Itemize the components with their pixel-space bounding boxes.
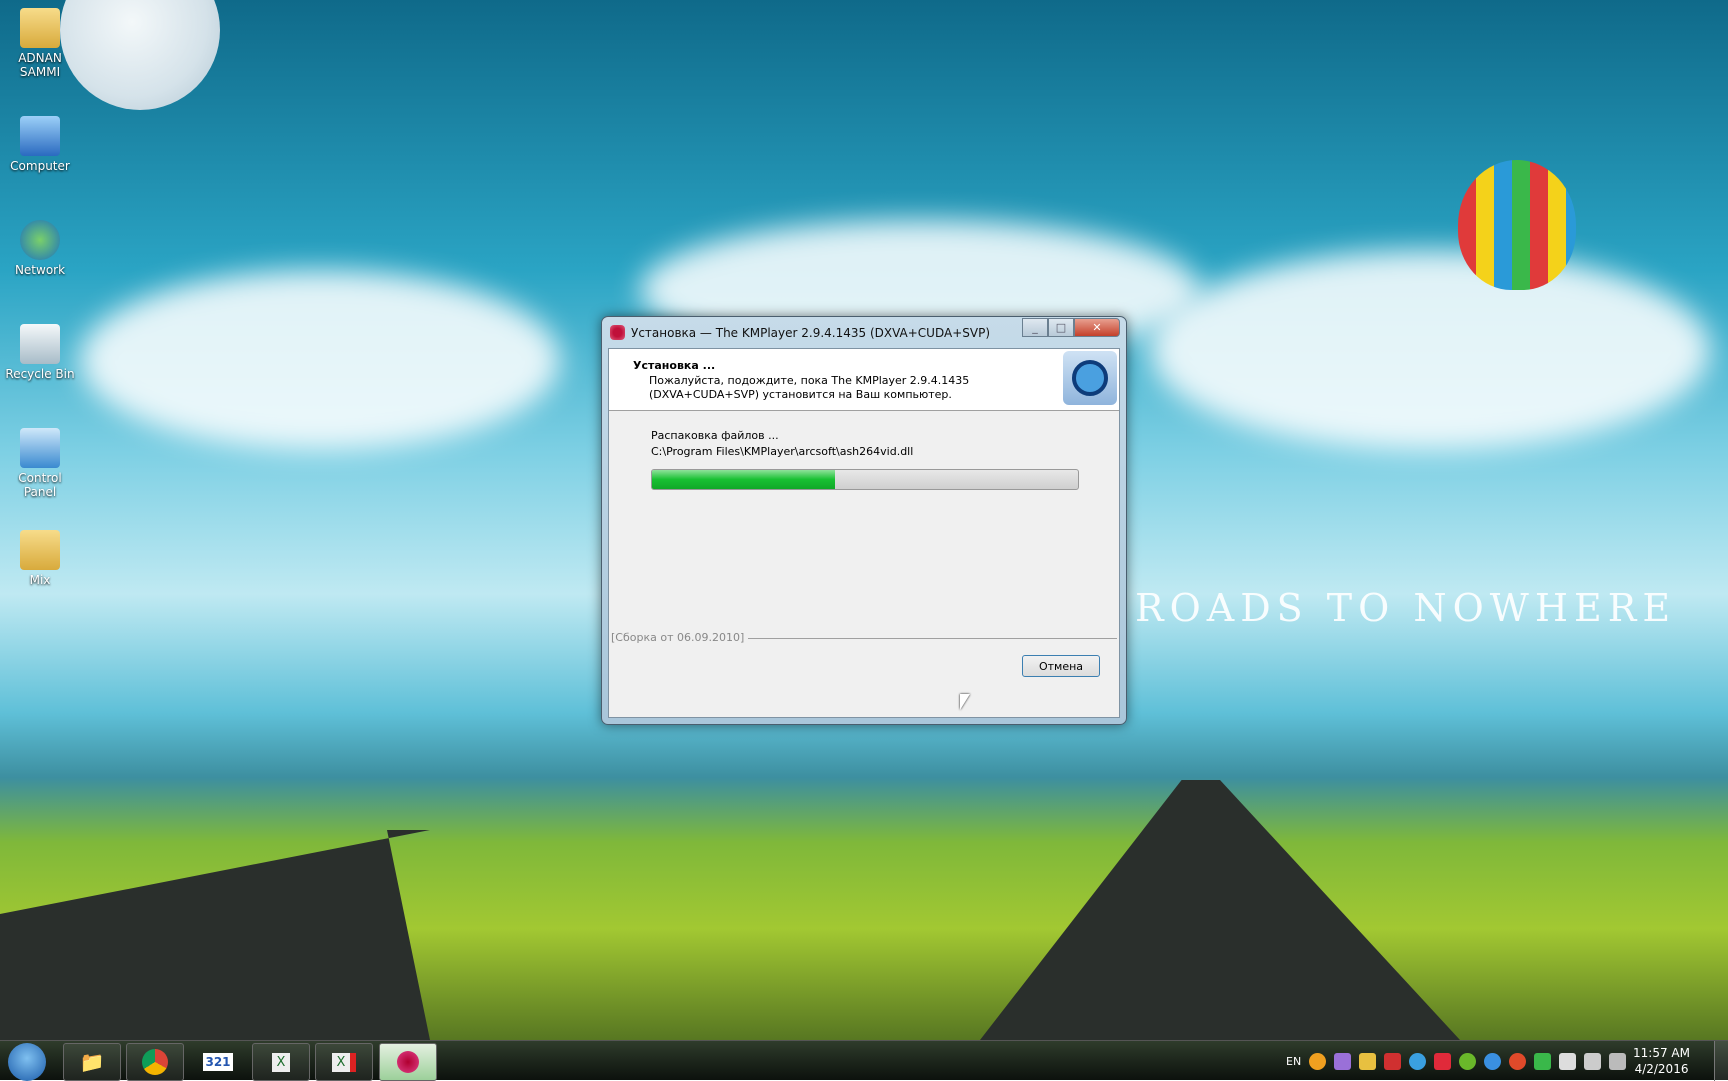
- kmplayer-app-icon: [610, 325, 625, 340]
- recycle-bin-icon: [20, 324, 60, 364]
- taskbar-explorer[interactable]: 📁: [63, 1043, 121, 1081]
- excel-icon: X: [331, 1052, 357, 1072]
- moon: [60, 0, 220, 110]
- dialog-header: Установка ... Пожалуйста, подождите, пок…: [609, 349, 1119, 411]
- control-panel-icon: [20, 428, 60, 468]
- window-title: Установка — The KMPlayer 2.9.4.1435 (DXV…: [631, 325, 991, 340]
- taskbar-excel-2[interactable]: X: [315, 1043, 373, 1081]
- progress-fill: [652, 470, 836, 489]
- feather-icon[interactable]: [1334, 1052, 1352, 1070]
- globe-icon[interactable]: [1409, 1052, 1427, 1070]
- utorrent-icon[interactable]: [1459, 1052, 1477, 1070]
- shield-icon[interactable]: [1434, 1052, 1452, 1070]
- system-tray: EN: [1286, 1041, 1627, 1081]
- build-label: [Сборка от 06.09.2010]: [611, 631, 749, 644]
- kmplayer-icon: [397, 1051, 419, 1073]
- usb-icon[interactable]: [1534, 1052, 1552, 1070]
- taskbar-media-player-classic[interactable]: 321: [189, 1043, 247, 1081]
- info-icon[interactable]: [1484, 1052, 1502, 1070]
- mouse-cursor-icon: [960, 694, 970, 710]
- folder-icon: [20, 8, 60, 48]
- cancel-button[interactable]: Отмена: [1022, 655, 1100, 677]
- show-desktop-button[interactable]: [1714, 1041, 1728, 1081]
- desktop-icon-network[interactable]: Network: [2, 220, 78, 277]
- minimize-button[interactable]: _: [1022, 318, 1048, 337]
- clock-date: 4/2/2016: [1634, 1062, 1689, 1076]
- icon-label: Network: [14, 263, 66, 277]
- desktop-icon-computer[interactable]: Computer: [2, 116, 78, 173]
- current-file-path: C:\Program Files\KMPlayer\arcsoft\ash264…: [651, 445, 914, 458]
- language-indicator[interactable]: EN: [1286, 1055, 1301, 1068]
- road-right: [980, 780, 1460, 1040]
- action-center-flag-icon[interactable]: [1559, 1052, 1577, 1070]
- icon-label: Control Panel: [18, 471, 62, 499]
- excel-icon: X: [271, 1052, 291, 1072]
- volume-icon[interactable]: [1609, 1052, 1627, 1070]
- installer-dialog: Установка — The KMPlayer 2.9.4.1435 (DXV…: [601, 316, 1127, 725]
- desktop-icon-control-panel[interactable]: Control Panel: [2, 428, 78, 499]
- icon-label: ADNAN SAMMI: [18, 51, 62, 79]
- desktop-icon-mix[interactable]: Mix: [2, 530, 78, 587]
- ccleaner-icon[interactable]: [1509, 1052, 1527, 1070]
- start-button[interactable]: [8, 1043, 46, 1081]
- header-title: Установка ...: [633, 359, 716, 372]
- maximize-button[interactable]: □: [1048, 318, 1074, 337]
- desktop-icon-recycle-bin[interactable]: Recycle Bin: [2, 324, 78, 381]
- computer-icon: [20, 116, 60, 156]
- road-left: [0, 830, 430, 1040]
- close-button[interactable]: ✕: [1074, 318, 1120, 337]
- taskbar: 📁 321 X X EN 11:57 AM 4/2/2016: [0, 1040, 1728, 1081]
- taskbar-excel[interactable]: X: [252, 1043, 310, 1081]
- network-icon: [20, 220, 60, 260]
- search-icon[interactable]: [1309, 1052, 1327, 1070]
- magic-wand-icon[interactable]: [1359, 1052, 1377, 1070]
- app-tray-icon[interactable]: [1384, 1052, 1402, 1070]
- header-description: Пожалуйста, подождите, пока The KMPlayer…: [649, 374, 970, 401]
- clock-time: 11:57 AM: [1633, 1046, 1690, 1060]
- icon-label: Mix: [29, 573, 51, 587]
- folder-icon: 📁: [79, 1050, 105, 1074]
- icon-label: Computer: [10, 159, 70, 173]
- dialog-content: Установка ... Пожалуйста, подождите, пок…: [608, 348, 1120, 718]
- chrome-icon: [142, 1049, 168, 1075]
- taskbar-kmplayer[interactable]: [379, 1043, 437, 1081]
- wallpaper-text: ROADS TO NOWHERE: [1135, 586, 1677, 630]
- folder-icon: [20, 530, 60, 570]
- desktop-icon-user-folder[interactable]: ADNAN SAMMI: [2, 8, 78, 79]
- network-icon[interactable]: [1584, 1052, 1602, 1070]
- mpc-icon: 321: [203, 1053, 233, 1071]
- cloud: [1150, 250, 1710, 450]
- kmplayer-logo-icon: [1063, 351, 1117, 405]
- status-text: Распаковка файлов ...: [651, 429, 779, 442]
- cloud: [80, 270, 560, 450]
- icon-label: Recycle Bin: [5, 367, 75, 381]
- install-progress-bar: [651, 469, 1079, 490]
- clock[interactable]: 11:57 AM 4/2/2016: [1633, 1045, 1690, 1077]
- hot-air-balloon: [1458, 160, 1576, 290]
- taskbar-chrome[interactable]: [126, 1043, 184, 1081]
